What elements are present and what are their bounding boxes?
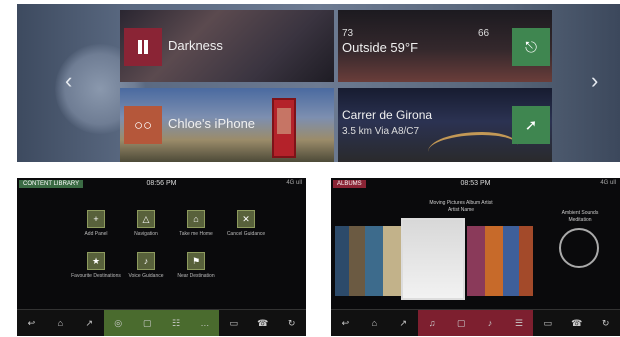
navigation-icon: △ (137, 210, 155, 228)
selected-album-cover[interactable] (401, 218, 465, 300)
now-playing-info: Moving Pictures Album Artist Artist Name (391, 200, 531, 214)
settings-icon[interactable]: ☷ (161, 310, 191, 336)
home-icon[interactable]: ⌂ (46, 310, 75, 336)
panel-icon[interactable]: ▢ (446, 310, 476, 336)
climate-tile[interactable]: 73 66 Outside 59°F ⎋ (338, 10, 552, 82)
note-icon[interactable]: ♪ (475, 310, 505, 336)
route-info: 3.5 km Via A8/C7 (342, 126, 420, 137)
library-item-add-panel[interactable]: + Add Panel (71, 210, 121, 237)
pause-icon (138, 40, 148, 54)
climate-icon[interactable]: ↻ (591, 310, 620, 336)
status-bar: ALBUMS 08:53 PM 4G ull (331, 178, 620, 190)
album-cover[interactable] (349, 226, 365, 296)
volume-dial[interactable] (559, 228, 599, 268)
album-cover[interactable] (485, 226, 503, 296)
home-icon: ⌂ (187, 210, 205, 228)
star-icon: ★ (87, 252, 105, 270)
next-page-arrow-icon[interactable]: › (591, 68, 598, 94)
library-item-near-destination[interactable]: ⚑ Near Destination (171, 252, 221, 279)
library-item-navigation[interactable]: △ Navigation (121, 210, 171, 237)
pause-button[interactable] (124, 28, 162, 66)
outside-temperature: Outside 59°F (342, 40, 419, 55)
signal-status: 4G ull (600, 180, 616, 186)
destination-name: Carrer de Girona (342, 108, 433, 122)
library-item-favourite-destinations[interactable]: ★ Favourite Destinations (71, 252, 121, 279)
signal-status: 4G ull (286, 180, 302, 186)
library-item-take-me-home[interactable]: ⌂ Take me Home (171, 210, 221, 237)
album-artist: Moving Pictures Album Artist (429, 200, 493, 206)
cancel-icon: ✕ (237, 210, 255, 228)
home-screen: ‹ › Darkness 73 66 Outside 59°F ⎋ ○○ Chl… (17, 4, 620, 162)
phone-tile[interactable]: ○○ Chloe's iPhone (120, 88, 334, 162)
album-cover[interactable] (335, 226, 349, 296)
phone-name: Chloe's iPhone (168, 116, 256, 131)
media-icon[interactable]: ▭ (219, 310, 248, 336)
phone-icon[interactable]: ☎ (248, 310, 277, 336)
phone-icon[interactable]: ☎ (562, 310, 591, 336)
clock: 08:56 PM (146, 180, 177, 187)
content-library-screen: CONTENT LIBRARY 08:56 PM 4G ull + Add Pa… (17, 178, 306, 336)
phone-icon: ○○ (133, 116, 153, 134)
flag-icon: ⚑ (187, 252, 205, 270)
album-cover[interactable] (519, 226, 533, 296)
seat-icon: ⎋ (525, 38, 537, 56)
navigation-icon[interactable]: ↗ (389, 310, 418, 336)
voice-icon: ♪ (137, 252, 155, 270)
climate-icon[interactable]: ↻ (277, 310, 306, 336)
media-title: Darkness (168, 38, 223, 53)
navigation-tile[interactable]: Carrer de Girona 3.5 km Via A8/C7 ➚ (338, 88, 552, 162)
album-cover[interactable] (467, 226, 485, 296)
bottom-dock: ↩ ⌂ ↗ ◎ ▢ ☷ … ▭ ☎ ↻ (17, 309, 306, 336)
phone-button[interactable]: ○○ (124, 106, 162, 144)
temperature-right: 66 (478, 28, 490, 39)
phone-booth-image (272, 98, 296, 158)
home-icon[interactable]: ⌂ (360, 310, 389, 336)
artist-name: Artist Name (447, 207, 475, 213)
media-tile[interactable]: Darkness (120, 10, 334, 82)
panel-icon[interactable]: ▢ (132, 310, 162, 336)
album-cover[interactable] (365, 226, 383, 296)
bottom-dock: ↩ ⌂ ↗ ♫ ▢ ♪ ☰ ▭ ☎ ↻ (331, 309, 620, 336)
music-icon[interactable]: ♫ (417, 310, 447, 336)
road-image (428, 132, 518, 162)
route-icon: ➚ (524, 117, 538, 134)
album-cover[interactable] (383, 226, 401, 296)
back-icon[interactable]: ↩ (17, 310, 46, 336)
library-item-cancel-guidance[interactable]: ✕ Cancel Guidance (221, 210, 271, 237)
target-icon[interactable]: ◎ (103, 310, 133, 336)
back-icon[interactable]: ↩ (331, 310, 360, 336)
library-item-voice-guidance[interactable]: ♪ Voice Guidance (121, 252, 171, 279)
navigation-icon[interactable]: ↗ (75, 310, 104, 336)
clock: 08:53 PM (460, 180, 491, 187)
list-icon[interactable]: ☰ (504, 310, 534, 336)
more-icon[interactable]: … (190, 310, 220, 336)
album-cover[interactable] (503, 226, 519, 296)
previous-page-arrow-icon[interactable]: ‹ (65, 68, 72, 94)
media-icon[interactable]: ▭ (533, 310, 562, 336)
add-icon: + (87, 210, 105, 228)
ambient-label: Ambient Sounds Meditation (561, 210, 599, 223)
navigation-button[interactable]: ➚ (512, 106, 550, 144)
status-bar: CONTENT LIBRARY 08:56 PM 4G ull (17, 178, 306, 190)
albums-screen: ALBUMS 08:53 PM 4G ull Moving Pictures A… (331, 178, 620, 336)
temperature-left: 73 (342, 28, 354, 39)
seat-climate-button[interactable]: ⎋ (512, 28, 550, 66)
